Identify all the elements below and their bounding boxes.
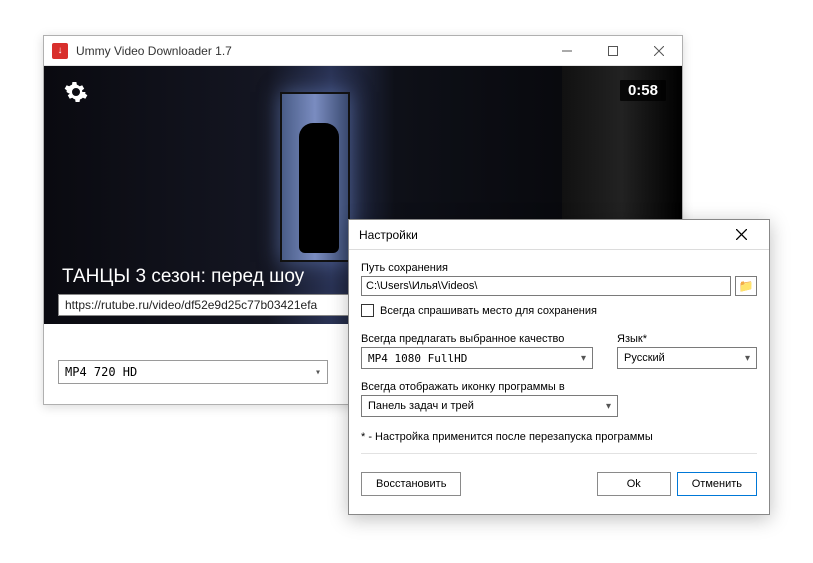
quality-label: Всегда предлагать выбранное качество [361, 333, 593, 345]
language-select-value: Русский [624, 352, 665, 364]
minimize-icon [562, 46, 572, 56]
save-path-input[interactable] [361, 276, 731, 296]
dialog-close-button[interactable] [721, 221, 761, 249]
close-icon [736, 229, 747, 240]
language-select[interactable]: Русский ▾ [617, 347, 757, 369]
dialog-body: Путь сохранения 📁 Всегда спрашивать мест… [349, 250, 769, 506]
folder-icon: 📁 [739, 279, 754, 293]
browse-folder-button[interactable]: 📁 [735, 276, 757, 296]
ok-button[interactable]: Ok [597, 472, 671, 496]
video-duration: 0:58 [620, 80, 666, 101]
divider [361, 453, 757, 454]
chevron-down-icon: ▾ [745, 353, 750, 364]
maximize-icon [608, 46, 618, 56]
quality-select-value: MP4 1080 FullHD [368, 352, 467, 365]
tray-select-value: Панель задач и трей [368, 400, 474, 412]
gear-icon [64, 80, 88, 104]
format-select[interactable]: MP4 720 HD ▾ [58, 360, 328, 384]
language-label: Язык* [617, 333, 757, 345]
save-path-label: Путь сохранения [361, 262, 757, 274]
dialog-titlebar: Настройки [349, 220, 769, 250]
video-url-input[interactable] [58, 294, 358, 316]
always-ask-checkbox[interactable] [361, 304, 374, 317]
tray-select[interactable]: Панель задач и трей ▾ [361, 395, 618, 417]
video-title: ТАНЦЫ 3 сезон: перед шоу [62, 266, 304, 288]
restore-button-label: Восстановить [376, 478, 446, 490]
restart-note: * - Настройка применится после перезапус… [361, 431, 757, 443]
maximize-button[interactable] [590, 36, 636, 66]
quality-select[interactable]: MP4 1080 FullHD ▾ [361, 347, 593, 369]
close-button[interactable] [636, 36, 682, 66]
format-select-value: MP4 720 HD [65, 365, 137, 379]
app-icon: ↓ [52, 43, 68, 59]
tray-label: Всегда отображать иконку программы в [361, 381, 757, 393]
ok-button-label: Ok [627, 478, 641, 490]
chevron-down-icon: ▾ [606, 401, 611, 412]
chevron-down-icon: ▾ [581, 353, 586, 364]
restore-button[interactable]: Восстановить [361, 472, 461, 496]
dialog-title: Настройки [359, 228, 721, 242]
always-ask-label: Всегда спрашивать место для сохранения [380, 305, 597, 317]
titlebar: ↓ Ummy Video Downloader 1.7 [44, 36, 682, 66]
settings-button[interactable] [64, 80, 88, 104]
settings-dialog: Настройки Путь сохранения 📁 Всегда спраш… [348, 219, 770, 515]
close-icon [654, 46, 664, 56]
minimize-button[interactable] [544, 36, 590, 66]
window-title: Ummy Video Downloader 1.7 [76, 44, 232, 58]
cancel-button-label: Отменить [692, 478, 742, 490]
chevron-down-icon: ▾ [315, 367, 321, 378]
video-bg-detail [299, 123, 339, 253]
cancel-button[interactable]: Отменить [677, 472, 757, 496]
